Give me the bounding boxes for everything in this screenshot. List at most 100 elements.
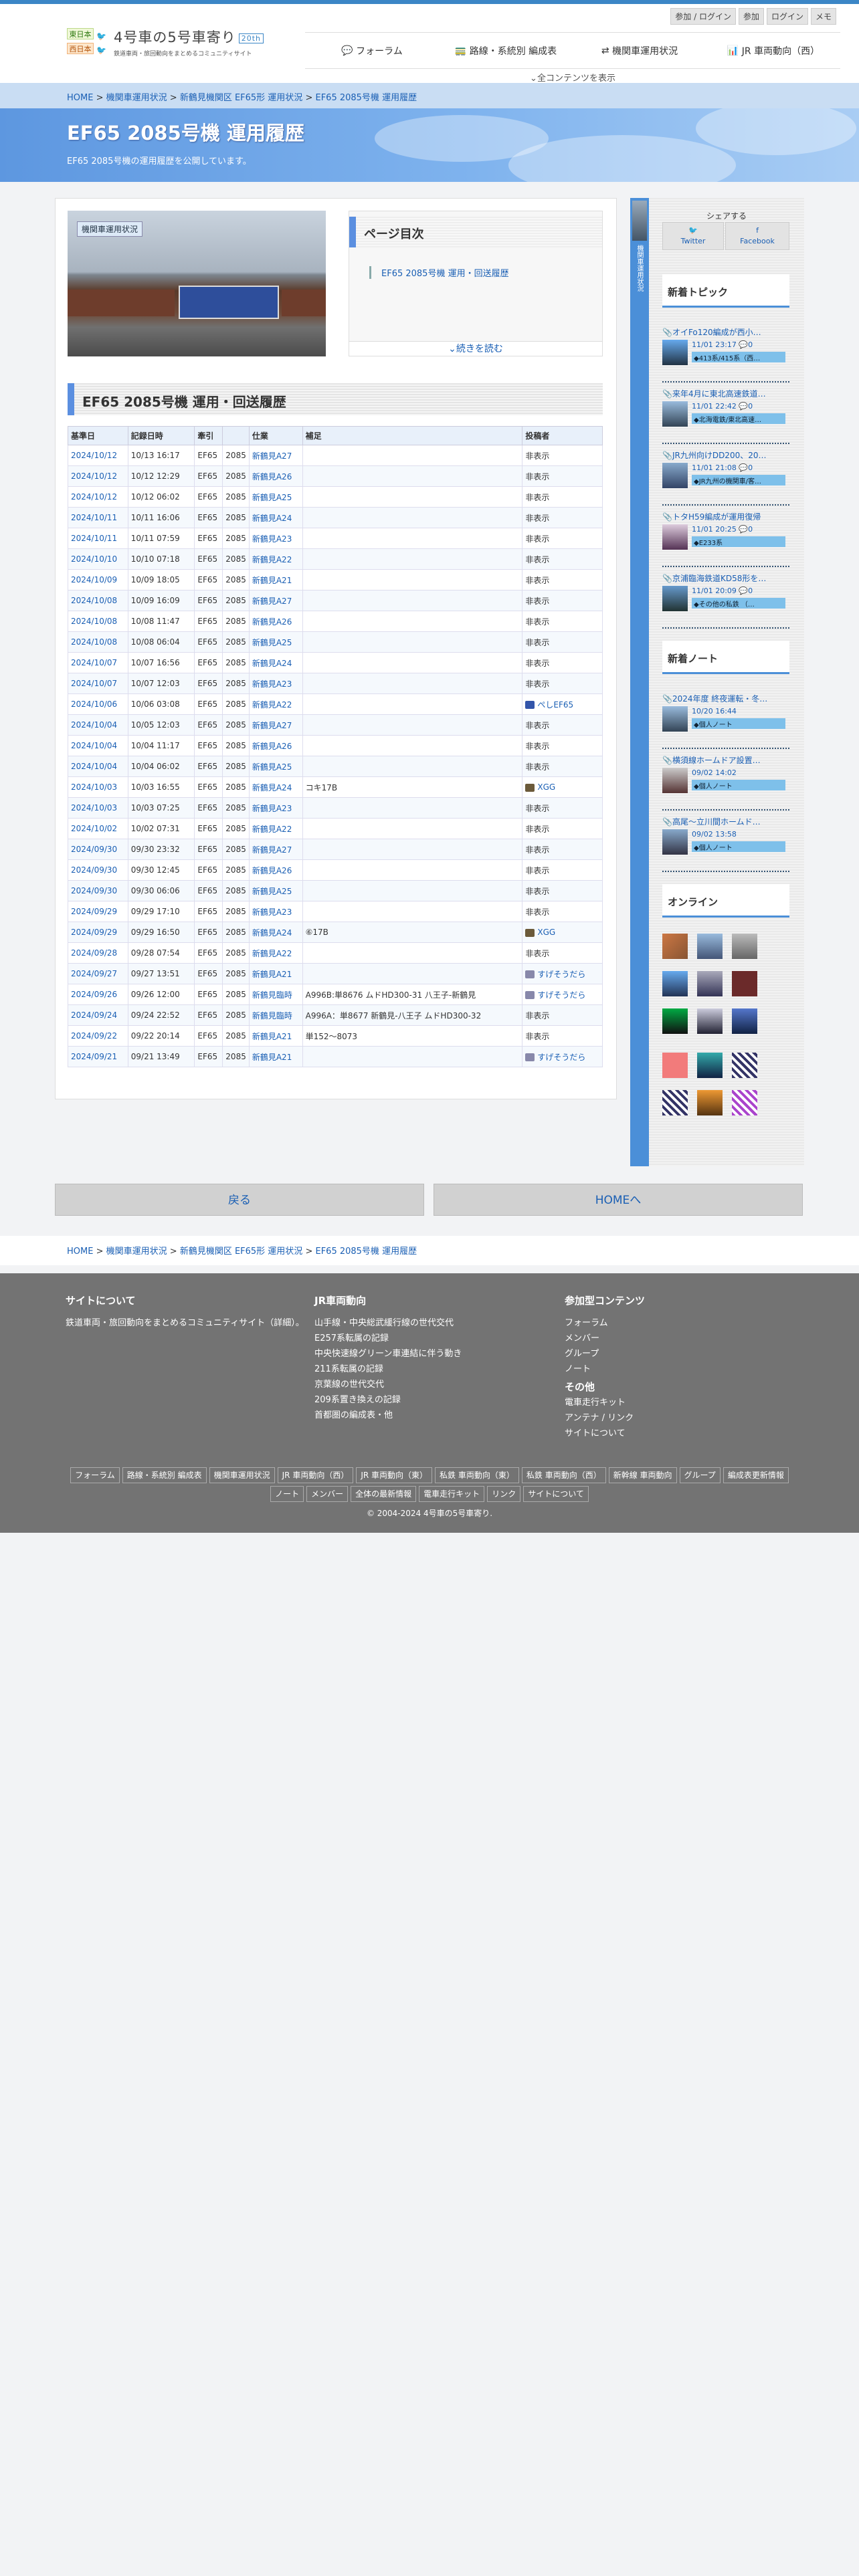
footer-link[interactable]: フォーラム xyxy=(565,1315,819,1331)
cell-date[interactable]: 2024/09/29 xyxy=(68,901,128,922)
topics-title[interactable]: 📎来年4月に東北高速鉄道… xyxy=(662,387,789,401)
east-badge[interactable]: 東日本 xyxy=(67,28,94,39)
cell-poster[interactable]: すげそうだら xyxy=(522,963,603,984)
join-link[interactable]: 参加 xyxy=(738,8,764,25)
cell-date[interactable]: 2024/09/28 xyxy=(68,942,128,964)
login-link[interactable]: ログイン xyxy=(766,8,808,25)
footer-link[interactable]: 中央快速線グリーン車連結に伴う動き xyxy=(314,1346,569,1362)
photo-category-label[interactable]: 機関車運用状況 xyxy=(77,221,143,237)
cell-duty[interactable]: 新鶴見A22 xyxy=(248,548,303,570)
topics-item[interactable]: 📎来年4月に東北高速鉄道… 11/01 22:42 💬0 ◆北海電鉄/東北高速… xyxy=(662,387,789,444)
topics-tag[interactable]: ◆E233系 xyxy=(692,536,785,547)
footer-link[interactable]: 209系置き換えの記録 xyxy=(314,1392,569,1408)
topics-tag[interactable]: ◆その他の私鉄 （… xyxy=(692,598,785,609)
footer-link[interactable]: アンテナ / リンク xyxy=(565,1410,819,1426)
back-button[interactable]: 戻る xyxy=(55,1184,424,1216)
cell-duty[interactable]: 新鶴見A26 xyxy=(248,735,303,756)
footer-link[interactable]: 京葉線の世代交代 xyxy=(314,1377,569,1392)
footer-nav-link[interactable]: 全体の最新情報 xyxy=(351,1486,417,1502)
cell-poster[interactable]: すげそうだら xyxy=(522,1046,603,1067)
footer-link[interactable]: サイトについて xyxy=(565,1426,819,1441)
cell-duty[interactable]: 新鶴見A24 xyxy=(248,922,303,943)
avatar[interactable] xyxy=(732,934,757,959)
footer-link[interactable]: メンバー xyxy=(565,1331,819,1346)
cell-date[interactable]: 2024/10/07 xyxy=(68,673,128,694)
topics-title[interactable]: 📎オイFo120編成が西小… xyxy=(662,325,789,339)
topics-item[interactable]: 📎オイFo120編成が西小… 11/01 23:17 💬0 ◆413系/415系（西… xyxy=(662,325,789,383)
footer-nav-link[interactable]: ノート xyxy=(270,1486,304,1502)
topics-tag[interactable]: ◆413系/415系（西… xyxy=(692,352,785,362)
cell-duty[interactable]: 新鶴見A21 xyxy=(248,1046,303,1067)
cell-date[interactable]: 2024/10/03 xyxy=(68,776,128,798)
topics-title[interactable]: 📎JR九州向けDD200、20… xyxy=(662,448,789,462)
topics-title[interactable]: 📎トタH59編成が運用復帰 xyxy=(662,510,789,524)
cell-date[interactable]: 2024/09/29 xyxy=(68,922,128,943)
cell-date[interactable]: 2024/10/04 xyxy=(68,756,128,777)
footer-nav-link[interactable]: メンバー xyxy=(306,1486,349,1502)
nav-locomotive[interactable]: ⇄ 機関車運用状況 xyxy=(573,33,706,68)
footer-nav-link[interactable]: 私鉄 車両動向（西） xyxy=(521,1467,606,1483)
footer-nav-link[interactable]: サイトについて xyxy=(523,1486,589,1502)
cell-duty[interactable]: 新鶴見A21 xyxy=(248,1025,303,1047)
cell-duty[interactable]: 新鶴見A24 xyxy=(248,652,303,673)
share-twitter-button[interactable]: 🐦 Twitter xyxy=(662,222,724,250)
cell-date[interactable]: 2024/10/04 xyxy=(68,714,128,736)
cell-date[interactable]: 2024/10/07 xyxy=(68,652,128,673)
cell-date[interactable]: 2024/10/09 xyxy=(68,569,128,591)
cell-date[interactable]: 2024/09/27 xyxy=(68,963,128,984)
notes-title[interactable]: 📎高尾〜立川間ホームド… xyxy=(662,815,789,829)
cell-duty[interactable]: 新鶴見A24 xyxy=(248,507,303,528)
cell-date[interactable]: 2024/10/08 xyxy=(68,611,128,632)
cell-duty[interactable]: 新鶴見A25 xyxy=(248,486,303,508)
notes-title[interactable]: 📎2024年度 終夜運転・冬… xyxy=(662,691,789,706)
cell-date[interactable]: 2024/10/11 xyxy=(68,528,128,549)
memo-link[interactable]: メモ xyxy=(810,8,836,25)
avatar[interactable] xyxy=(662,971,688,996)
west-badge[interactable]: 西日本 xyxy=(67,43,94,54)
avatar[interactable] xyxy=(697,971,723,996)
cell-date[interactable]: 2024/10/03 xyxy=(68,797,128,819)
cell-date[interactable]: 2024/10/12 xyxy=(68,486,128,508)
cell-poster[interactable]: XGG xyxy=(522,922,603,943)
footer-nav-link[interactable]: 編成表更新情報 xyxy=(723,1467,789,1483)
toc-read-more[interactable]: ⌄続きを読む xyxy=(349,341,602,356)
cell-date[interactable]: 2024/10/11 xyxy=(68,507,128,528)
breadcrumb-current[interactable]: EF65 2085号機 運用履歴 xyxy=(315,1247,417,1257)
cell-poster[interactable]: すげそうだら xyxy=(522,984,603,1005)
breadcrumb-home[interactable]: HOME xyxy=(67,93,93,103)
cell-date[interactable]: 2024/10/12 xyxy=(68,445,128,466)
cell-duty[interactable]: 新鶴見A21 xyxy=(248,963,303,984)
avatar[interactable] xyxy=(662,934,688,959)
cell-poster[interactable]: XGG xyxy=(522,776,603,798)
footer-link[interactable]: E257系転属の記録 xyxy=(314,1331,569,1346)
footer-nav-link[interactable]: 路線・系統別 編成表 xyxy=(122,1467,207,1483)
notes-item[interactable]: 📎高尾〜立川間ホームド… 09/02 13:58 ◆個人ノート xyxy=(662,815,789,872)
cell-duty[interactable]: 新鶴見A26 xyxy=(248,465,303,487)
avatar[interactable] xyxy=(662,1090,688,1115)
notes-tag[interactable]: ◆個人ノート xyxy=(692,841,785,852)
footer-nav-link[interactable]: 電車走行キット xyxy=(419,1486,485,1502)
twitter-icon[interactable]: 🐦 xyxy=(96,29,106,43)
topics-tag[interactable]: ◆北海電鉄/東北高速… xyxy=(692,413,785,424)
cell-duty[interactable]: 新鶴見A23 xyxy=(248,797,303,819)
topics-tag[interactable]: ◆JR九州の機関車/客… xyxy=(692,475,785,486)
cell-duty[interactable]: 新鶴見臨時 xyxy=(248,1004,303,1026)
avatar[interactable] xyxy=(697,1008,723,1034)
breadcrumb-depot[interactable]: 新鶴見機関区 EF65形 運用状況 xyxy=(180,1247,303,1257)
share-facebook-button[interactable]: f Facebook xyxy=(725,222,789,250)
avatar[interactable] xyxy=(732,971,757,996)
cell-duty[interactable]: 新鶴見A26 xyxy=(248,859,303,881)
show-all-contents[interactable]: ⌄全コンテンツを表示 xyxy=(305,71,840,84)
footer-link[interactable]: 211系転属の記録 xyxy=(314,1362,569,1377)
avatar[interactable] xyxy=(732,1053,757,1078)
cell-duty[interactable]: 新鶴見A23 xyxy=(248,673,303,694)
footer-nav-link[interactable]: 新幹線 車両動向 xyxy=(608,1467,677,1483)
home-button[interactable]: HOMEへ xyxy=(434,1184,803,1216)
footer-link[interactable]: グループ xyxy=(565,1346,819,1362)
cell-duty[interactable]: 新鶴見A22 xyxy=(248,942,303,964)
footer-link[interactable]: 山手線・中央総武緩行線の世代交代 xyxy=(314,1315,569,1331)
footer-nav-link[interactable]: JR 車両動向（東） xyxy=(356,1467,433,1483)
twitter-icon[interactable]: 🐦 xyxy=(96,43,106,58)
notes-item[interactable]: 📎横須線ホームドア設置… 09/02 14:02 ◆個人ノート xyxy=(662,753,789,811)
notes-tag[interactable]: ◆個人ノート xyxy=(692,780,785,790)
